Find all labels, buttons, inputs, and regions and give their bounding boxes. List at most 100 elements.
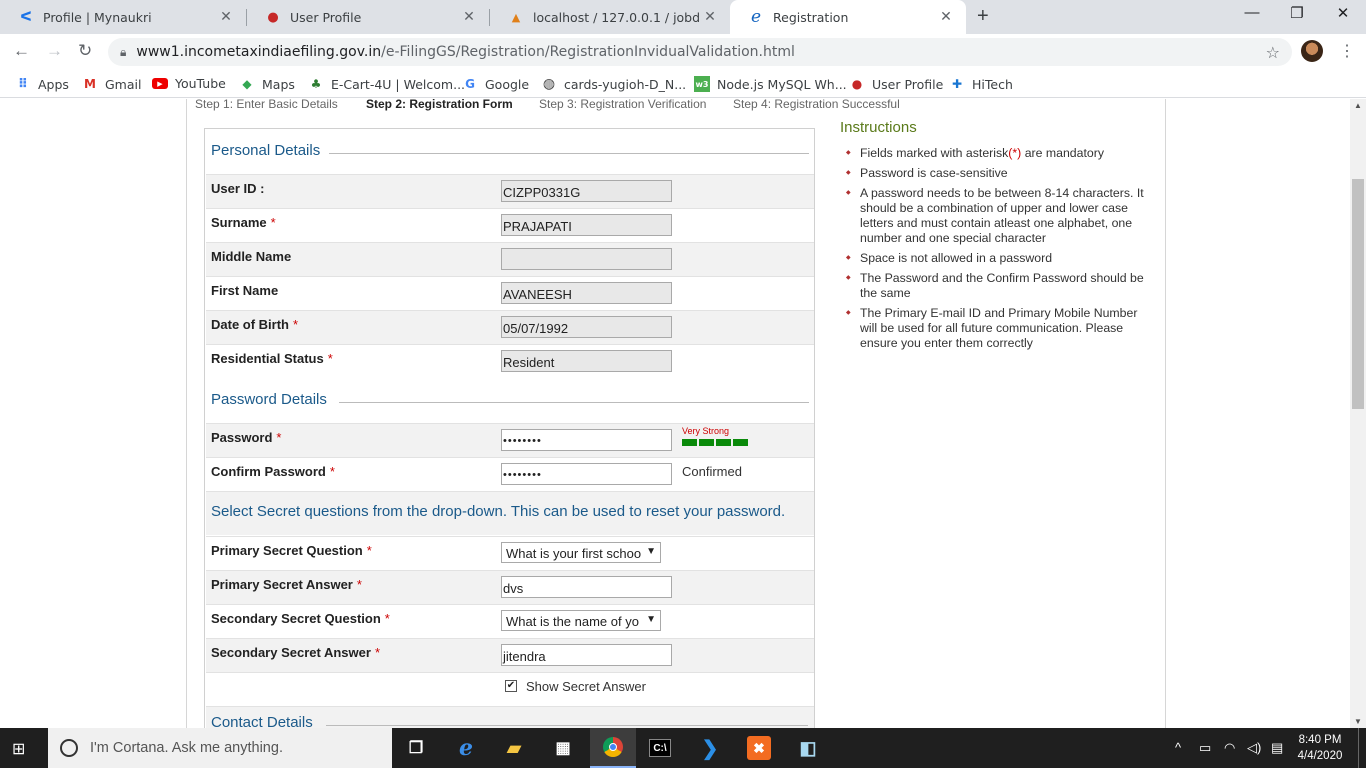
tab-registration[interactable]: e Registration ✕ [730,0,966,34]
first-name-field[interactable]: AVANEESH [501,282,672,304]
show-secret-checkbox[interactable]: ✔ [505,680,517,692]
bookmarks-bar: ⠿ Apps M Gmail ▶ YouTube ◆ Maps ♣ E-Cart… [0,70,1366,98]
scroll-up-icon[interactable]: ▲ [1354,101,1362,110]
bookmark-nodejs-mysql[interactable]: w3 Node.js MySQL Wh... [694,76,847,92]
show-secret-label[interactable]: Show Secret Answer [526,679,646,694]
back-button[interactable]: ← [13,41,30,61]
close-icon[interactable]: ✕ [459,9,479,25]
forward-button[interactable]: → [46,41,63,61]
bookmark-user-profile[interactable]: ● User Profile [849,76,944,92]
bookmark-youtube[interactable]: ▶ YouTube [152,76,226,91]
terminal-icon[interactable]: C:\ [649,739,671,757]
address-bar[interactable]: 🔒︎ www1.incometaxindiaefiling.gov.in /e-… [108,38,1292,66]
residential-status-field[interactable]: Resident [501,350,672,372]
instruction-item: Password is case-sensitive [846,166,1156,181]
dob-label: Date of Birth * [211,317,299,332]
battery-icon[interactable]: ▭ [1199,740,1211,756]
primary-answer-field[interactable]: dvs [501,576,672,598]
bookmark-google[interactable]: G Google [462,76,529,92]
vscode-icon[interactable]: ❯ [698,736,722,760]
row-password: Password * •••••••• Very Strong [206,423,814,457]
store-icon[interactable]: ▦ [551,736,575,760]
apple-icon: ● [851,77,863,91]
tab-mynaukri[interactable]: ᐸ Profile | Mynaukri ✕ [0,0,246,34]
apps-grid-icon: ⠿ [17,76,29,92]
edge-icon[interactable]: e [454,735,478,761]
primary-answer-label: Primary Secret Answer * [211,577,362,592]
secondary-question-select[interactable]: What is the name of yo ▼ [501,610,661,631]
notification-icon[interactable]: ▤ [1271,740,1283,756]
cortana-icon [60,739,78,757]
naukri-icon: ᐸ [20,9,32,25]
browser-toolbar: ← → ↻ 🔒︎ www1.incometaxindiaefiling.gov.… [0,34,1366,70]
secondary-question-label: Secondary Secret Question * [211,611,390,626]
volume-icon[interactable]: ◁) [1247,740,1261,756]
hitech-icon: ✚ [951,77,963,91]
reload-button[interactable]: ↻ [78,41,92,61]
confirm-password-field[interactable]: •••••••• [501,463,672,485]
ie-icon: e [750,7,762,27]
instruction-item: Fields marked with asterisk(*) are manda… [846,146,1156,161]
tab-phpmyadmin[interactable]: ▲ localhost / 127.0.0.1 / jobdb / use ✕ [490,0,730,34]
url-path: /e-FilingGS/Registration/RegistrationInv… [381,44,795,60]
wifi-icon[interactable]: ◠ [1224,740,1235,756]
close-icon[interactable]: ✕ [216,9,236,25]
lock-icon[interactable]: 🔒︎ [120,45,126,60]
notepad-icon[interactable]: ◧ [796,736,820,760]
dob-field[interactable]: 05/07/1992 [501,316,672,338]
google-icon: G [465,77,475,91]
cortana-search-box[interactable]: I'm Cortana. Ask me anything. [48,728,392,768]
secondary-answer-label: Secondary Secret Answer * [211,645,380,660]
instruction-item: The Password and the Confirm Password sh… [846,271,1156,301]
task-view-icon[interactable]: ❐ [404,736,428,760]
row-first-name: First Name AVANEESH [206,276,814,310]
profile-avatar[interactable] [1301,40,1323,62]
user-id-field[interactable]: CIZPP0331G [501,180,672,202]
primary-question-select[interactable]: What is your first schoo ▼ [501,542,661,563]
close-window-button[interactable]: ✕ [1320,4,1366,22]
strength-bar [733,439,748,446]
scroll-down-icon[interactable]: ▼ [1354,717,1362,726]
system-clock[interactable]: 8:40 PM 4/4/2020 [1292,732,1348,764]
chrome-icon[interactable] [590,728,636,768]
page-scrollbar[interactable]: ▲ ▼ [1350,99,1366,728]
clock-date: 4/4/2020 [1297,750,1343,762]
row-confirm-password: Confirm Password * •••••••• Confirmed [206,457,814,491]
close-icon[interactable]: ✕ [700,9,720,25]
bookmark-star-icon[interactable]: ☆ [1266,43,1280,62]
bookmark-gmail[interactable]: M Gmail [82,76,141,92]
password-field[interactable]: •••••••• [501,429,672,451]
middle-name-field[interactable] [501,248,672,270]
row-secondary-question: Secondary Secret Question * What is the n… [206,604,814,638]
page-content: Step 1: Enter Basic Details Step 2: Regi… [0,99,1350,728]
windows-taskbar: ⊞ I'm Cortana. Ask me anything. ❐ e ▰ ▦ … [0,728,1366,768]
confirm-password-label: Confirm Password * [211,464,335,479]
minimize-button[interactable]: — [1229,4,1275,21]
row-secret-heading: Select Secret questions from the drop-do… [206,491,814,535]
row-primary-answer: Primary Secret Answer * dvs [206,570,814,604]
menu-kebab-icon[interactable]: ⋮ [1339,41,1355,61]
xampp-icon[interactable]: ✖ [747,736,771,760]
residential-status-label: Residential Status * [211,351,333,366]
bookmark-hitech[interactable]: ✚ HiTech [949,76,1013,92]
bookmark-cards-yugioh[interactable]: ◍ cards-yugioh-D_N... [541,76,686,92]
primary-question-label: Primary Secret Question * [211,543,372,558]
new-tab-button[interactable]: + [977,5,989,28]
show-desktop-button[interactable] [1358,728,1359,768]
surname-field[interactable]: PRAJAPATI [501,214,672,236]
bookmark-maps[interactable]: ◆ Maps [239,76,295,92]
tab-user-profile[interactable]: ● User Profile ✕ [247,0,489,34]
secondary-answer-field[interactable]: jitendra [501,644,672,666]
close-icon[interactable]: ✕ [936,9,956,25]
file-explorer-icon[interactable]: ▰ [502,736,526,760]
row-residential-status: Residential Status * Resident [206,344,814,378]
user-id-label: User ID : [211,181,265,196]
bookmark-apps[interactable]: ⠿ Apps [15,76,69,92]
windows-start-icon[interactable]: ⊞ [12,739,25,759]
restore-button[interactable]: ❐ [1274,4,1320,22]
dropdown-arrow-icon: ▼ [646,614,656,625]
bookmark-ecart[interactable]: ♣ E-Cart-4U | Welcom... [308,76,465,92]
scrollbar-thumb[interactable] [1352,179,1364,409]
tray-chevron-icon[interactable]: ^ [1175,740,1181,755]
section-title-contact: Contact Details [211,714,317,728]
